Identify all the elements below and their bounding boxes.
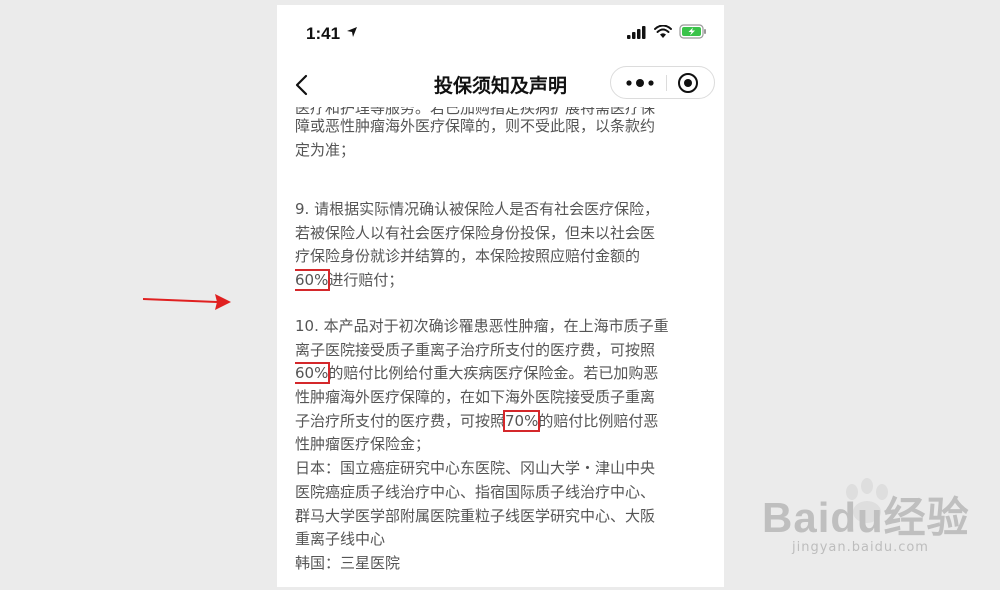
navigation-bar: 投保须知及声明 — [277, 60, 724, 110]
text-line: 9. 请根据实际情况确认被保险人是否有社会医疗保险， — [295, 200, 660, 218]
text-line: 离子医院接受质子重离子治疗所支付的医疗费，可按照 — [295, 340, 656, 359]
text-line: 60%的赔付比例给付重大疾病医疗保险金。若已加购恶 — [295, 362, 659, 385]
text-line: 疗保险身份就诊并结算的，本保险按照应赔付金额的 — [295, 247, 641, 266]
status-bar: 1:41 — [277, 5, 724, 60]
text-line: 子治疗所支付的医疗费，可按照70%的赔付比例赔付恶 — [295, 409, 659, 432]
text-line: 性肿瘤医疗保险金； — [295, 435, 431, 454]
text-line: 韩国：三星医院 — [295, 553, 401, 572]
text-line: 若被保险人以有社会医疗保险身份投保，但未以社会医 — [295, 223, 656, 242]
declaration-content: 医疗和护理等服务。若已加购指定疾病扩展特需医疗保 障或恶性肿瘤海外医疗保障的，则… — [295, 107, 713, 587]
highlight-70-percent: 70% — [502, 409, 541, 432]
wifi-icon — [654, 25, 672, 38]
text-line: 重离子线中心 — [295, 530, 386, 549]
text-line: 10. 本产品对于初次确诊罹患恶性肿瘤，在上海市质子重 — [295, 317, 669, 335]
highlight-60-percent: 60% — [295, 362, 331, 385]
text-line: 性肿瘤海外医疗保障的，在如下海外医院接受质子重离 — [295, 388, 656, 407]
baidu-jingyan-watermark: Baidu经验 jingyan.baidu.com — [762, 478, 992, 580]
paragraph-previous: 障或恶性肿瘤海外医疗保障的，则不受此限，以条款约 定为准； — [295, 115, 713, 162]
text-line: 群马大学医学部附属医院重粒子线医学研究中心、大阪 — [295, 506, 656, 525]
text-line: 定为准； — [295, 140, 356, 159]
red-arrow-icon — [143, 294, 231, 310]
paragraph-9: 9. 请根据实际情况确认被保险人是否有社会医疗保险， 若被保险人以有社会医疗保险… — [295, 198, 713, 293]
phone-screen: 1:41 投保须知及声明 医疗和护理等服务。若已加购指定疾病扩展特需医疗保 障或… — [277, 5, 724, 587]
highlight-60-percent: 60% — [295, 269, 331, 292]
watermark-brand: Baidu经验 — [762, 494, 970, 541]
status-time: 1:41 — [306, 24, 341, 43]
battery-charging-icon — [679, 24, 706, 39]
capsule-divider — [666, 75, 667, 91]
text-line: 障或恶性肿瘤海外医疗保障的，则不受此限，以条款约 — [295, 117, 656, 135]
location-arrow-icon — [347, 27, 357, 37]
close-target-icon[interactable] — [677, 72, 699, 94]
text-line: 日本：国立癌症研究中心东医院、冈山大学・津山中央 — [295, 459, 656, 478]
miniprogram-capsule — [610, 66, 715, 99]
text-line: 医院癌症质子线治疗中心、指宿国际质子线治疗中心、 — [295, 482, 656, 501]
paragraph-10: 10. 本产品对于初次确诊罹患恶性肿瘤，在上海市质子重 离子医院接受质子重离子治… — [295, 315, 713, 576]
more-dots-icon[interactable] — [623, 75, 657, 91]
watermark-url: jingyan.baidu.com — [792, 540, 929, 555]
signal-icon — [627, 26, 646, 39]
text-line: 60%进行赔付； — [295, 269, 404, 292]
